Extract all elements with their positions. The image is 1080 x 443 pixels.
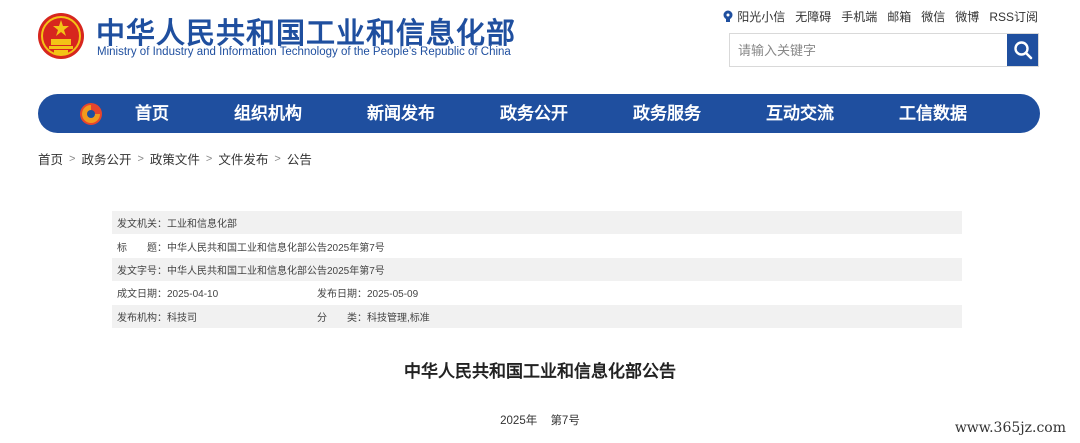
chevron-right-icon: > — [69, 152, 76, 165]
nav-item-gov-affairs[interactable]: 政务公开 — [500, 94, 568, 133]
meta-written-date: 成文日期：2025-04-10 — [117, 289, 219, 301]
chevron-right-icon: > — [137, 152, 144, 165]
document-meta-table: 发文机关：工业和信息化部 标 题：中华人民共和国工业和信息化部公告2025年第7… — [112, 211, 962, 328]
meta-row-dates: 成文日期：2025-04-10 发布日期：2025-05-09 — [112, 281, 962, 304]
nav-item-gov-services[interactable]: 政务服务 — [633, 94, 701, 133]
breadcrumb-home[interactable]: 首页 — [38, 149, 63, 168]
toplink-mail[interactable]: 邮箱 — [887, 8, 911, 25]
nav-item-interaction[interactable]: 互动交流 — [766, 94, 834, 133]
miit-logo-icon — [80, 103, 102, 125]
nav-item-organization[interactable]: 组织机构 — [234, 94, 302, 133]
meta-issuer: 发文机关：工业和信息化部 — [117, 219, 237, 231]
toplink-weibo[interactable]: 微博 — [955, 8, 979, 25]
search-input[interactable] — [730, 34, 1008, 66]
document-number: 2025年 第7号 — [0, 412, 1080, 428]
chevron-right-icon: > — [274, 152, 281, 165]
nav-item-data[interactable]: 工信数据 — [899, 94, 967, 133]
site-subtitle: Ministry of Industry and Information Tec… — [97, 46, 511, 58]
meta-category: 分 类：科技管理,标准 — [317, 312, 430, 324]
national-emblem-icon — [38, 13, 84, 59]
breadcrumb: 首页 > 政务公开 > 政策文件 > 文件发布 > 公告 — [38, 149, 312, 168]
meta-row-title: 标 题：中华人民共和国工业和信息化部公告2025年第7号 — [112, 234, 962, 257]
toplink-accessibility[interactable]: 无障碍 — [795, 8, 831, 25]
document-issue: 第7号 — [550, 415, 580, 427]
document-title: 中华人民共和国工业和信息化部公告 — [404, 362, 676, 381]
search-box — [729, 33, 1039, 67]
search-button[interactable] — [1007, 34, 1038, 66]
toplink-wechat[interactable]: 微信 — [921, 8, 945, 25]
toplink-label: 阳光小信 — [737, 10, 786, 24]
chevron-right-icon: > — [205, 152, 213, 165]
meta-row-issuer: 发文机关：工业和信息化部 — [112, 211, 962, 235]
lightbulb-icon — [723, 10, 733, 22]
toplink-rss[interactable]: RSS订阅 — [989, 8, 1038, 25]
meta-row-doc-no: 发文字号：中华人民共和国工业和信息化部公告2025年第7号 — [112, 257, 962, 282]
meta-publish-date: 发布日期：2025-05-09 — [317, 289, 419, 301]
meta-title: 标 题：中华人民共和国工业和信息化部公告2025年第7号 — [117, 242, 385, 254]
breadcrumb-gov-affairs[interactable]: 政务公开 — [81, 149, 131, 168]
main-nav: 首页 组织机构 新闻发布 政务公开 政务服务 互动交流 工信数据 — [38, 94, 1040, 133]
meta-org: 发布机构：科技司 — [117, 312, 197, 324]
top-links: 阳光小信 无障碍 手机端 邮箱 微信 微博 RSS订阅 — [722, 8, 1038, 25]
breadcrumb-policy[interactable]: 政策文件 — [150, 149, 200, 168]
breadcrumb-publish[interactable]: 文件发布 — [218, 149, 268, 168]
toplink-mobile[interactable]: 手机端 — [841, 8, 877, 25]
meta-row-org: 发布机构：科技司 分 类：科技管理,标准 — [112, 304, 962, 328]
nav-item-news[interactable]: 新闻发布 — [367, 94, 435, 133]
toplink-sunshine[interactable]: 阳光小信 — [722, 8, 785, 25]
breadcrumb-notice[interactable]: 公告 — [287, 149, 312, 168]
nav-item-home[interactable]: 首页 — [135, 94, 169, 133]
document-year: 2025年 — [500, 415, 538, 427]
search-icon — [1013, 41, 1032, 60]
watermark: www.365jz.com — [950, 419, 1070, 437]
meta-doc-no: 发文字号：中华人民共和国工业和信息化部公告2025年第7号 — [117, 265, 385, 277]
